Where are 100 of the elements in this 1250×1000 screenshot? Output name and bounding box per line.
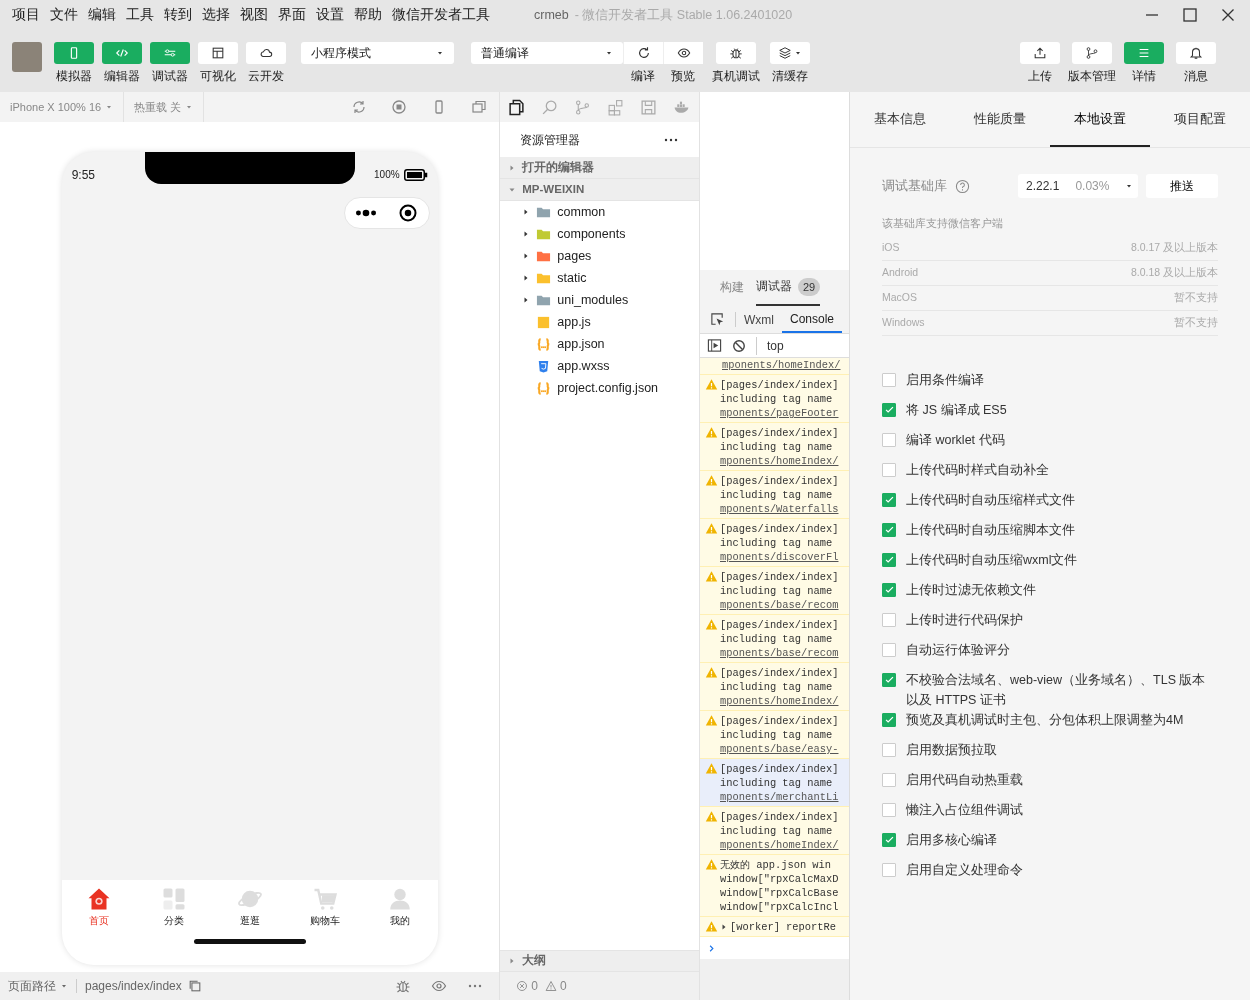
file-tree-item[interactable]: project.config.json [500,377,699,399]
menu-item[interactable]: 工具 [126,4,154,26]
toolbar-label: 编辑器 [104,68,140,85]
version-share: 0.03% [1075,178,1110,195]
option-label: 懒注入占位组件调试 [906,801,1023,819]
option-label: 上传代码时自动压缩样式文件 [906,491,1075,509]
source-link[interactable]: mponents/homeIndex/ [720,694,839,708]
mode-select[interactable]: 小程序模式 [301,42,454,64]
platform-name: iOS [882,239,900,255]
log-text: including tag name [720,440,834,454]
page-path-label: 页面路径 [8,978,56,995]
project-name: crmeb [534,6,569,24]
support-title: 该基础库支持微信客户端 [882,216,1004,231]
file-tree-item[interactable]: static [500,267,699,289]
library-version-select[interactable]: 2.22.1 0.03% [1018,174,1138,198]
warning-count: 0 [559,978,567,995]
option-label: 预览及真机调试时主包、分包体积上限调整为4M [906,711,1184,729]
log-text: including tag name [720,632,834,646]
log-text: window["rpxCalcBase [720,886,839,900]
library-label: 调试基础库 [882,177,947,195]
toolbar-label: 预览 [671,68,695,85]
file-tree-item[interactable]: app.wxss [500,355,699,377]
source-link[interactable]: mponents/homeIndex/ [722,358,841,372]
file-tree-item[interactable]: app.js [500,311,699,333]
menu-item[interactable]: 项目 [12,4,40,26]
toolbar-label: 清缓存 [772,68,808,85]
section-header[interactable]: MP-WEIXIN [500,179,699,201]
log-text: 无效的 app.json win [720,858,833,872]
menu-item[interactable]: 帮助 [354,4,382,26]
source-link[interactable]: mponents/base/easy- [720,742,839,756]
menu-item[interactable]: 微信开发者工具 [392,4,490,26]
log-text: including tag name [720,680,834,694]
page-path-select[interactable]: 页面路径 [8,977,68,995]
push-button[interactable]: 推送 [1146,174,1218,198]
source-link[interactable]: mponents/discoverFl [720,550,839,564]
log-text: [pages/index/index] [720,522,839,536]
mode-select-value: 小程序模式 [311,45,371,62]
log-text: [pages/index/index] [720,618,839,632]
menu-item[interactable]: 文件 [50,4,78,26]
section-header[interactable]: 打开的编辑器 [500,157,699,179]
compile-select[interactable]: 普通编译 [471,42,623,64]
tabbar-item[interactable]: 我的 [362,880,438,935]
menu-item[interactable]: 编辑 [88,4,116,26]
error-count: 0 [531,978,538,995]
file-tree-item[interactable]: components [500,223,699,245]
source-link[interactable]: mponents/pageFooter [720,406,839,420]
file-tree-item[interactable]: pages [500,245,699,267]
page-path: pages/index/index [85,978,182,995]
section-header[interactable]: 大纲 [500,950,699,972]
toolbar-label: 云开发 [248,68,284,85]
toolbar-label: 模拟器 [56,68,92,85]
source-link[interactable]: mponents/Waterfalls [720,502,839,516]
option-label: 启用代码自动热重载 [906,771,1023,789]
source-link[interactable]: mponents/base/recom [720,646,839,660]
source-link[interactable]: mponents/homeIndex/ [720,454,839,468]
tabbar-item[interactable]: 分类 [136,880,213,935]
option-label: 启用数据预拉取 [906,741,997,759]
menu-item[interactable]: 选择 [202,4,230,26]
option-label: 上传时过滤无依赖文件 [906,581,1036,599]
details-tab[interactable]: 基本信息 [850,92,950,147]
details-tab[interactable]: 本地设置 [1050,92,1150,147]
source-link[interactable]: mponents/merchantLi [720,790,839,804]
hot-reload-label: 热重载 关 [134,99,182,115]
option-label: 上传代码时自动压缩wxml文件 [906,551,1078,569]
panel-tab[interactable]: Wxml [736,306,782,333]
tabbar-item[interactable]: 首页 [61,880,137,935]
tabbar-item[interactable]: 逛逛 [212,880,288,935]
toolbar-label: 真机调试 [712,68,760,85]
option-label: 不校验合法域名、web-view（业务域名）、TLS 版本以及 HTTPS 证书 [906,671,1207,709]
log-text: window["rpxCalcMaxD [720,872,839,886]
log-text: [pages/index/index] [720,762,839,776]
menu-item[interactable]: 视图 [240,4,268,26]
menu-item[interactable]: 转到 [164,4,192,26]
option-label: 上传代码时样式自动补全 [906,461,1049,479]
platform-support: 暂不支持 [1174,314,1218,330]
option-label: 编译 worklet 代码 [906,431,1005,449]
details-tab[interactable]: 性能质量 [950,92,1050,147]
status-time: 9:55 [71,166,95,184]
tab-label: 构建 [720,280,744,296]
log-text: including tag name [720,584,834,598]
toolbar-label: 上传 [1028,68,1052,85]
toolbar-label: 可视化 [200,68,236,85]
device-label: iPhone X 100% 16 [10,99,102,115]
context-select[interactable]: top [756,336,784,355]
file-name: components [557,225,626,243]
explorer-title: 资源管理器 [520,131,581,149]
file-name: static [557,269,587,287]
option-label: 启用自定义处理命令 [906,861,1023,879]
tabbar-item[interactable]: 购物车 [287,880,363,935]
source-link[interactable]: mponents/homeIndex/ [720,838,839,852]
details-tab[interactable]: 项目配置 [1150,92,1250,147]
menu-item[interactable]: 设置 [316,4,344,26]
source-link[interactable]: mponents/base/recom [720,598,839,612]
file-tree-item[interactable]: uni_modules [500,289,699,311]
file-tree-item[interactable]: app.json [500,333,699,355]
log-text: [pages/index/index] [720,714,839,728]
platform-support: 8.0.17 及以上版本 [1130,239,1218,255]
file-tree-item[interactable]: common [500,201,699,223]
log-text: including tag name [720,728,834,742]
menu-item[interactable]: 界面 [278,4,306,26]
